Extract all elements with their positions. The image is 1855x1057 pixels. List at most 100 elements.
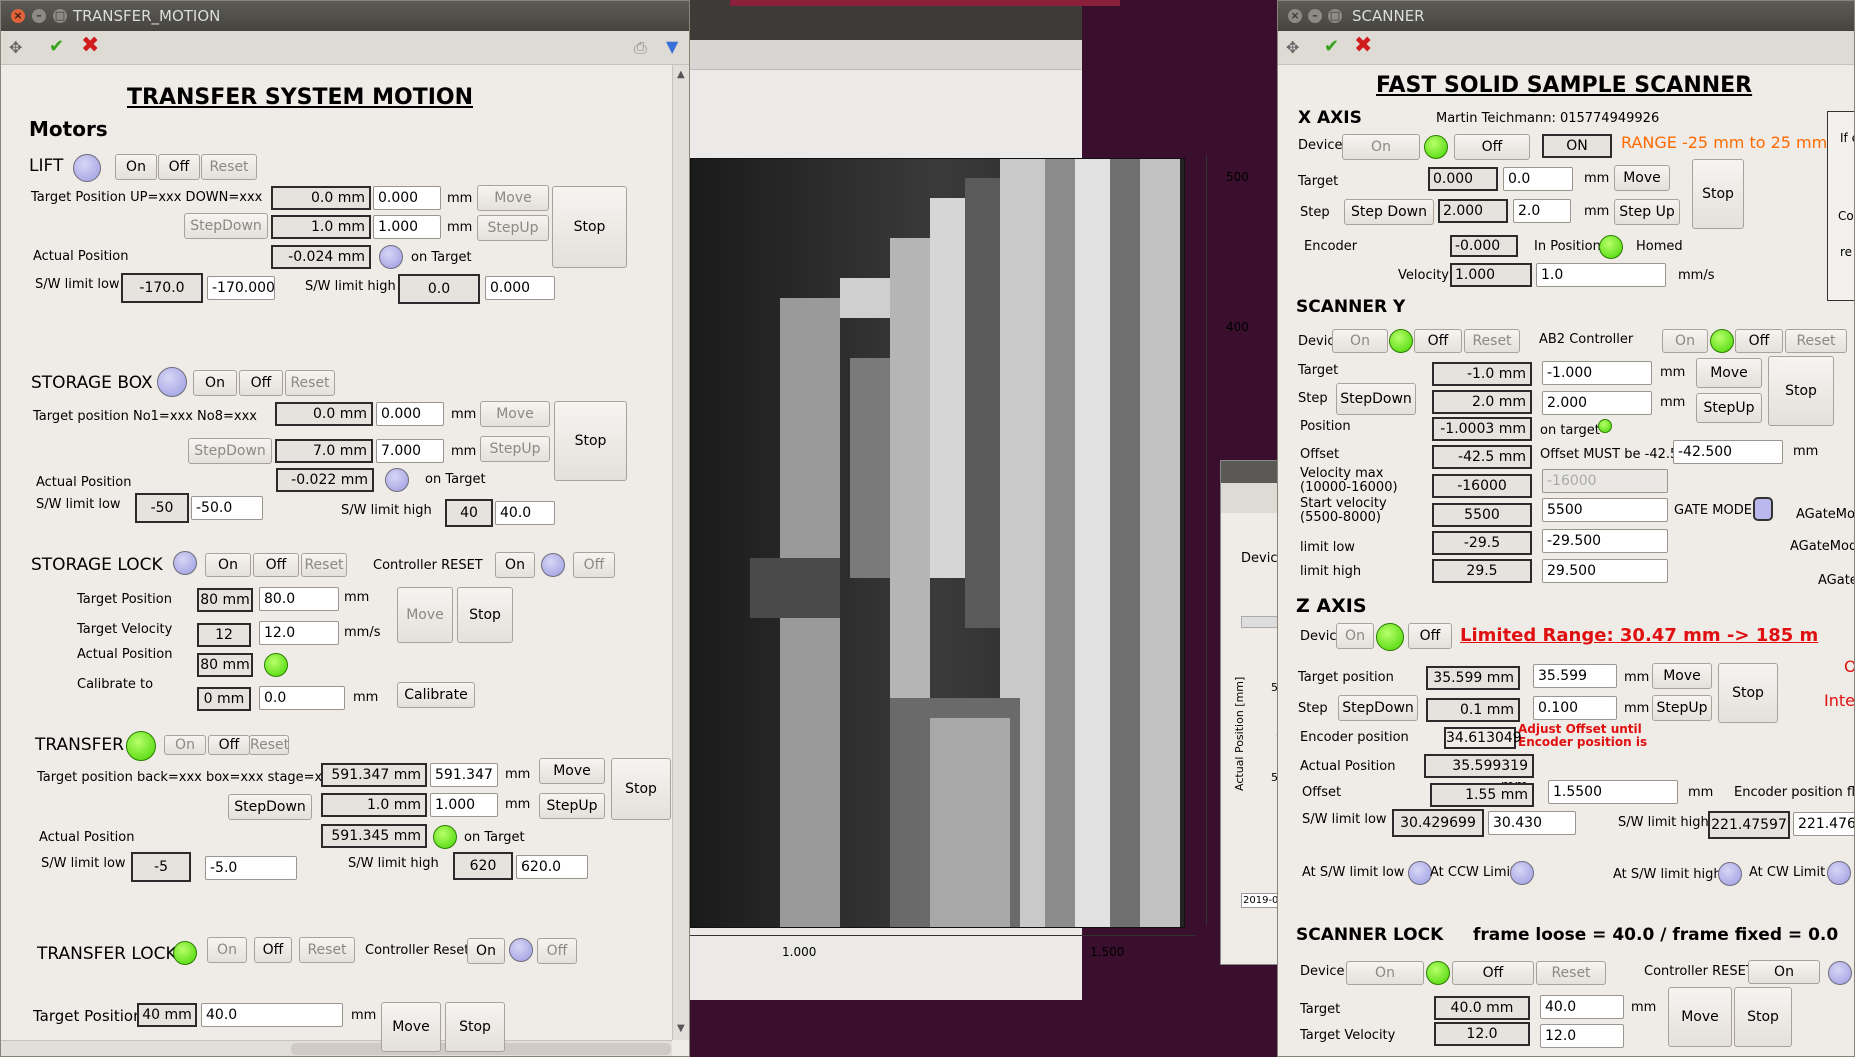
lift-reset-button[interactable]: Reset: [201, 154, 257, 180]
storage-box-off-button[interactable]: Off: [239, 370, 283, 396]
lift-swlow-input[interactable]: -170.000: [207, 276, 275, 300]
sl-off-button[interactable]: Off: [1452, 961, 1534, 985]
transfer-swlow-input[interactable]: -5.0: [205, 856, 297, 880]
x-stop-button[interactable]: Stop: [1692, 159, 1744, 229]
y-stepdown-button[interactable]: StepDown: [1336, 383, 1416, 415]
y-off-button[interactable]: Off: [1414, 329, 1462, 353]
move-icon[interactable]: ✥: [9, 38, 22, 57]
horizontal-scrollbar[interactable]: [1, 1040, 672, 1056]
transfer-target-input[interactable]: 591.347: [430, 763, 498, 787]
storage-lock-ctrl-on-button[interactable]: On: [495, 552, 535, 578]
transfer-step-input[interactable]: 1.000: [430, 793, 498, 817]
y-limlow-input[interactable]: -29.500: [1542, 529, 1668, 553]
maximize-icon[interactable]: □: [53, 9, 67, 23]
storage-lock-cal-input[interactable]: 0.0: [259, 686, 345, 710]
close-icon[interactable]: ×: [11, 9, 25, 23]
y-ab2-off-button[interactable]: Off: [1735, 329, 1783, 353]
sl-tvel-input[interactable]: 12.0: [1540, 1024, 1624, 1048]
storage-box-stepup-button[interactable]: StepUp: [480, 436, 550, 462]
transfer-reset-button[interactable]: Reset: [249, 735, 289, 755]
x-move-button[interactable]: Move: [1614, 165, 1670, 191]
storage-lock-reset-button[interactable]: Reset: [301, 553, 347, 577]
lift-off-button[interactable]: Off: [158, 154, 200, 180]
sl-reset-button[interactable]: Reset: [1536, 961, 1606, 985]
transfer-stepdown-button[interactable]: StepDown: [228, 794, 312, 820]
z-offset-input[interactable]: 1.5500: [1548, 780, 1678, 804]
x-on-button[interactable]: On: [1342, 134, 1420, 160]
transfer-on-button[interactable]: On: [164, 735, 206, 755]
storage-box-swlow-input[interactable]: -50.0: [191, 496, 263, 520]
x-stepdown-button[interactable]: Step Down: [1344, 199, 1434, 225]
lift-step-input[interactable]: 1.000: [373, 215, 441, 239]
storage-lock-calibrate-button[interactable]: Calibrate: [397, 682, 475, 708]
lift-swhigh-input[interactable]: 0.000: [485, 276, 555, 300]
x-target-input[interactable]: 0.0: [1503, 167, 1573, 191]
y-ab2-on-button[interactable]: On: [1662, 329, 1708, 353]
apply-icon[interactable]: ✔: [1324, 36, 1339, 57]
lift-target-input[interactable]: 0.000: [373, 186, 441, 210]
transfer-stop-button[interactable]: Stop: [611, 758, 671, 820]
z-stop-button[interactable]: Stop: [1718, 663, 1778, 723]
z-step-input[interactable]: 0.100: [1533, 696, 1617, 720]
storage-lock-stop-button[interactable]: Stop: [457, 587, 513, 643]
minimize-icon[interactable]: –: [32, 9, 46, 23]
z-swlow-input[interactable]: 30.430: [1488, 811, 1576, 835]
transfer-lock-move-button[interactable]: Move: [381, 1002, 441, 1052]
storage-box-stop-button[interactable]: Stop: [554, 401, 627, 481]
storage-box-on-button[interactable]: On: [193, 370, 237, 396]
cancel-icon[interactable]: ✖: [81, 33, 99, 58]
storage-box-move-button[interactable]: Move: [480, 401, 550, 427]
lift-stepup-button[interactable]: StepUp: [477, 215, 549, 241]
storage-lock-on-button[interactable]: On: [205, 553, 251, 577]
transfer-lock-tpos-input[interactable]: 40.0: [201, 1003, 343, 1027]
transfer-lock-stop-button[interactable]: Stop: [445, 1002, 505, 1052]
storage-box-target-input[interactable]: 0.000: [376, 402, 444, 426]
z-move-button[interactable]: Move: [1652, 663, 1712, 689]
sl-ctrl-on-button[interactable]: On: [1748, 960, 1820, 984]
storage-lock-tvel-input[interactable]: 12.0: [259, 621, 339, 645]
minimize-icon[interactable]: –: [1308, 9, 1322, 23]
x-step-input[interactable]: 2.0: [1513, 199, 1571, 223]
y-target-input[interactable]: -1.000: [1542, 361, 1652, 385]
y-move-button[interactable]: Move: [1696, 358, 1762, 388]
print-icon[interactable]: ⎙: [634, 38, 647, 58]
x-stepup-button[interactable]: Step Up: [1614, 199, 1680, 225]
y-stop-button[interactable]: Stop: [1768, 356, 1834, 426]
lift-stop-button[interactable]: Stop: [552, 186, 627, 268]
z-target-input[interactable]: 35.599: [1533, 664, 1617, 688]
y-ab2-reset-button[interactable]: Reset: [1785, 329, 1847, 353]
storage-box-step-input[interactable]: 7.000: [376, 439, 444, 463]
storage-box-swhigh-input[interactable]: 40.0: [495, 501, 555, 525]
y-velmax-input[interactable]: -16000: [1542, 469, 1668, 493]
lift-on-button[interactable]: On: [115, 154, 157, 180]
y-gate-mode-toggle[interactable]: [1753, 497, 1773, 521]
z-stepdown-button[interactable]: StepDown: [1338, 695, 1418, 721]
z-on-button[interactable]: On: [1336, 623, 1374, 649]
y-stepup-button[interactable]: StepUp: [1696, 393, 1762, 423]
storage-lock-tpos-input[interactable]: 80.0: [259, 587, 339, 611]
sl-target-input[interactable]: 40.0: [1540, 995, 1624, 1019]
lift-stepdown-button[interactable]: StepDown: [184, 213, 268, 239]
sl-move-button[interactable]: Move: [1668, 987, 1732, 1047]
y-on-button[interactable]: On: [1332, 329, 1388, 353]
y-step-input[interactable]: 2.000: [1542, 391, 1652, 415]
storage-lock-move-button[interactable]: Move: [397, 587, 453, 643]
transfer-off-button[interactable]: Off: [208, 735, 250, 755]
transfer-lock-ctrl-off-button[interactable]: Off: [537, 938, 577, 964]
storage-box-stepdown-button[interactable]: StepDown: [188, 438, 272, 464]
storage-lock-off-button[interactable]: Off: [253, 553, 299, 577]
sl-stop-button[interactable]: Stop: [1734, 987, 1792, 1047]
z-stepup-button[interactable]: StepUp: [1652, 695, 1712, 721]
y-startvel-input[interactable]: 5500: [1542, 498, 1668, 522]
transfer-stepup-button[interactable]: StepUp: [539, 793, 605, 819]
z-off-button[interactable]: Off: [1408, 623, 1452, 649]
vertical-scrollbar[interactable]: ▲ ▼: [672, 65, 689, 1040]
z-swhigh-input[interactable]: 221.476: [1793, 812, 1854, 836]
storage-box-reset-button[interactable]: Reset: [285, 370, 335, 396]
sl-on-button[interactable]: On: [1346, 961, 1424, 985]
close-icon[interactable]: ×: [1288, 9, 1302, 23]
move-icon[interactable]: ✥: [1286, 38, 1299, 57]
transfer-lock-on-button[interactable]: On: [207, 937, 247, 963]
transfer-swhigh-input[interactable]: 620.0: [516, 855, 588, 879]
x-off-button[interactable]: Off: [1454, 134, 1530, 160]
